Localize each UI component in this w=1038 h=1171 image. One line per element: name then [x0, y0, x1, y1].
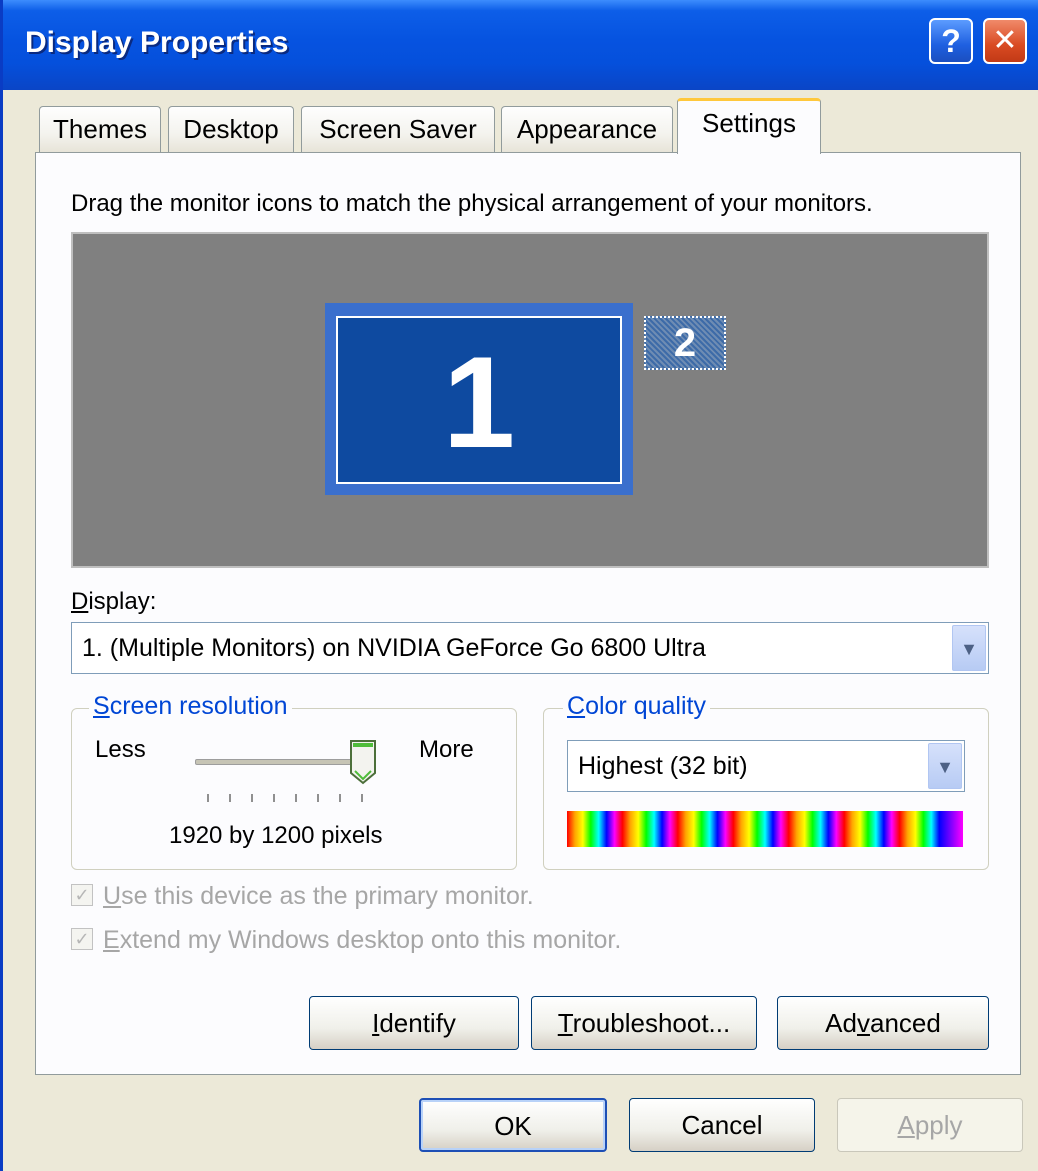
- color-spectrum-preview: [567, 811, 963, 847]
- checkbox-checked-icon[interactable]: ✓: [71, 928, 93, 951]
- monitor-1-icon[interactable]: 1: [336, 316, 622, 484]
- display-select[interactable]: 1. (Multiple Monitors) on NVIDIA GeForce…: [71, 622, 989, 674]
- display-select-value: 1. (Multiple Monitors) on NVIDIA GeForce…: [82, 634, 706, 662]
- title-bar[interactable]: Display Properties ? ✕: [3, 0, 1038, 90]
- tab-settings[interactable]: Settings: [677, 98, 821, 154]
- chevron-down-icon[interactable]: ▼: [928, 743, 962, 789]
- checkbox-checked-icon[interactable]: ✓: [71, 884, 93, 907]
- identify-button[interactable]: Identify: [309, 996, 519, 1050]
- display-properties-window: Display Properties ? ✕ Themes Desktop Sc…: [0, 0, 1038, 1171]
- screen-resolution-title: Screen resolution: [89, 692, 292, 721]
- color-quality-title: Color quality: [563, 692, 710, 721]
- cancel-button[interactable]: Cancel: [629, 1098, 815, 1152]
- resolution-value-text: 1920 by 1200 pixels: [169, 822, 383, 849]
- display-label: Display:: [71, 588, 157, 615]
- tab-screen-saver[interactable]: Screen Saver: [301, 106, 495, 152]
- extend-desktop-checkbox-row[interactable]: ✓ Extend my Windows desktop onto this mon…: [71, 926, 621, 955]
- color-quality-select[interactable]: Highest (32 bit) ▼: [567, 740, 965, 792]
- tab-appearance[interactable]: Appearance: [501, 106, 673, 152]
- advanced-button[interactable]: Advanced: [777, 996, 989, 1050]
- color-quality-value: Highest (32 bit): [578, 752, 748, 780]
- resolution-less-label: Less: [95, 736, 146, 763]
- tab-themes[interactable]: Themes: [39, 106, 161, 152]
- close-button[interactable]: ✕: [983, 18, 1027, 64]
- primary-monitor-checkbox-row[interactable]: ✓ Use this device as the primary monitor.: [71, 882, 534, 911]
- resolution-slider-track[interactable]: [195, 759, 365, 765]
- monitor-2-icon[interactable]: 2: [644, 316, 726, 370]
- resolution-more-label: More: [419, 736, 474, 763]
- instruction-text: Drag the monitor icons to match the phys…: [71, 190, 873, 217]
- window-title: Display Properties: [25, 26, 289, 59]
- troubleshoot-button[interactable]: Troubleshoot...: [531, 996, 757, 1050]
- chevron-down-icon[interactable]: ▼: [952, 625, 986, 671]
- ok-button[interactable]: OK: [419, 1098, 607, 1152]
- resolution-slider-thumb[interactable]: [349, 739, 377, 785]
- tab-desktop[interactable]: Desktop: [168, 106, 294, 152]
- help-button[interactable]: ?: [929, 18, 973, 64]
- apply-button[interactable]: Apply: [837, 1098, 1023, 1152]
